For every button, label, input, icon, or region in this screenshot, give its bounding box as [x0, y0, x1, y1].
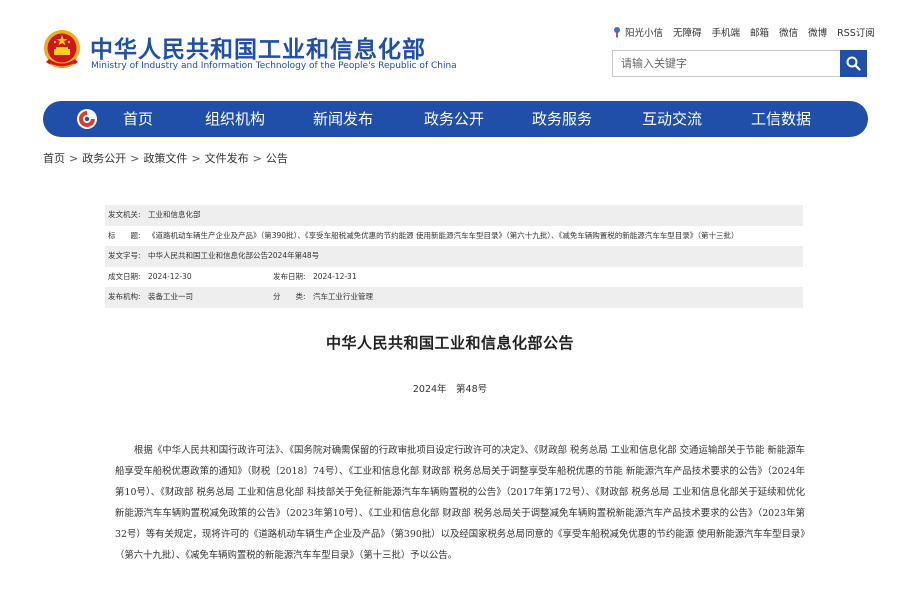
nav-item-home[interactable]: 首页	[123, 101, 153, 137]
top-link-sunshine-label: 阳光小信	[625, 28, 664, 39]
top-link-mobile[interactable]: 手机端	[712, 25, 741, 39]
meta-issuer-value: 工业和信息化部	[148, 210, 201, 219]
meta-doc-number-value: 中华人民共和国工业和信息化部公告2024年第48号	[148, 251, 320, 261]
document-title: 中华人民共和国工业和信息化部公告	[325, 334, 574, 352]
nav-item-organization[interactable]: 组织机构	[205, 101, 265, 137]
meta-org-value: 装备工业一司	[148, 292, 193, 302]
meta-issuer-label: 发文机关:	[108, 210, 141, 219]
meta-row-subject: 标 题: 《道路机动车辆生产企业及产品》（第390批）、《享受车船税减免优惠的节…	[105, 226, 803, 247]
meta-subject-label: 标 题:	[108, 230, 141, 240]
search-input[interactable]	[613, 51, 841, 76]
search-box	[612, 50, 867, 77]
meta-row-issuer: 发文机关: 工业和信息化部	[105, 205, 803, 226]
top-link-rss[interactable]: RSS订阅	[837, 25, 875, 39]
meta-date-written-label: 成文日期:	[108, 271, 141, 281]
meta-doc-number-label: 发文字号:	[108, 251, 141, 261]
breadcrumb-government-affairs[interactable]: 政务公开	[82, 152, 126, 165]
document-metadata: 发文机关: 工业和信息化部 标 题: 《道路机动车辆生产企业及产品》（第390批…	[105, 205, 803, 308]
top-link-weibo[interactable]: 微博	[808, 25, 827, 39]
meta-date-published-value: 2024-12-31	[313, 271, 357, 281]
nav-item-news[interactable]: 新闻发布	[313, 101, 373, 137]
top-link-wechat[interactable]: 微信	[779, 25, 798, 39]
breadcrumb-file-release[interactable]: 文件发布	[205, 152, 249, 165]
document-number: 2024年 第48号	[412, 384, 488, 395]
nav-item-data[interactable]: 工信数据	[751, 101, 811, 137]
search-button[interactable]	[840, 50, 867, 77]
meta-subject-value: 《道路机动车辆生产企业及产品》（第390批）、《享受车船税减免优惠的节约能源 使…	[148, 230, 739, 240]
nav-item-government-affairs[interactable]: 政务公开	[424, 101, 484, 137]
meta-row-dates: 成文日期: 2024-12-30 发布日期: 2024-12-31	[105, 267, 803, 288]
meta-org-label: 发布机构:	[108, 292, 141, 302]
meta-date-published-label: 发布日期:	[273, 271, 306, 281]
meta-category-value: 汽车工业行业管理	[313, 292, 373, 302]
meta-row-org: 发布机构: 装备工业一司 分 类: 汽车工业行业管理	[105, 287, 803, 308]
main-nav: 首页 组织机构 新闻发布 政务公开 政务服务 互动交流 工信数据	[43, 101, 868, 137]
breadcrumb-home[interactable]: 首页	[43, 152, 65, 165]
document-body: 根据《中华人民共和国行政许可法》、《国务院对确需保留的行政审批项目设定行政许可的…	[115, 445, 805, 561]
miit-logo-icon[interactable]	[76, 108, 98, 130]
breadcrumb-policy-files[interactable]: 政策文件	[143, 152, 187, 165]
site-subtitle: Ministry of Industry and Information Tec…	[91, 61, 457, 71]
breadcrumb-separator: >	[191, 152, 201, 165]
meta-date-written-value: 2024-12-30	[148, 271, 192, 281]
top-links: 阳光小信 无障碍 手机端 邮箱 微信 微博 RSS订阅	[612, 25, 875, 39]
breadcrumb-separator: >	[130, 152, 140, 165]
top-link-accessibility[interactable]: 无障碍	[673, 25, 702, 39]
top-link-mail[interactable]: 邮箱	[750, 25, 769, 39]
meta-category-label: 分 类:	[273, 292, 306, 302]
site-title[interactable]: 中华人民共和国工业和信息化部	[90, 30, 426, 64]
nav-item-interaction[interactable]: 互动交流	[642, 101, 702, 137]
national-emblem-icon[interactable]	[42, 28, 82, 72]
breadcrumb: 首页 > 政务公开 > 政策文件 > 文件发布 > 公告	[43, 150, 288, 166]
top-link-sunshine[interactable]: 阳光小信	[612, 25, 663, 39]
nav-item-government-services[interactable]: 政务服务	[532, 101, 592, 137]
breadcrumb-separator: >	[252, 152, 262, 165]
breadcrumb-announcement[interactable]: 公告	[266, 152, 288, 165]
search-icon	[846, 56, 861, 71]
breadcrumb-separator: >	[69, 152, 79, 165]
site-header: 中华人民共和国工业和信息化部 Ministry of Industry and …	[0, 0, 900, 96]
meta-row-doc-number: 发文字号: 中华人民共和国工业和信息化部公告2024年第48号	[105, 246, 803, 267]
sunshine-icon	[614, 27, 620, 38]
